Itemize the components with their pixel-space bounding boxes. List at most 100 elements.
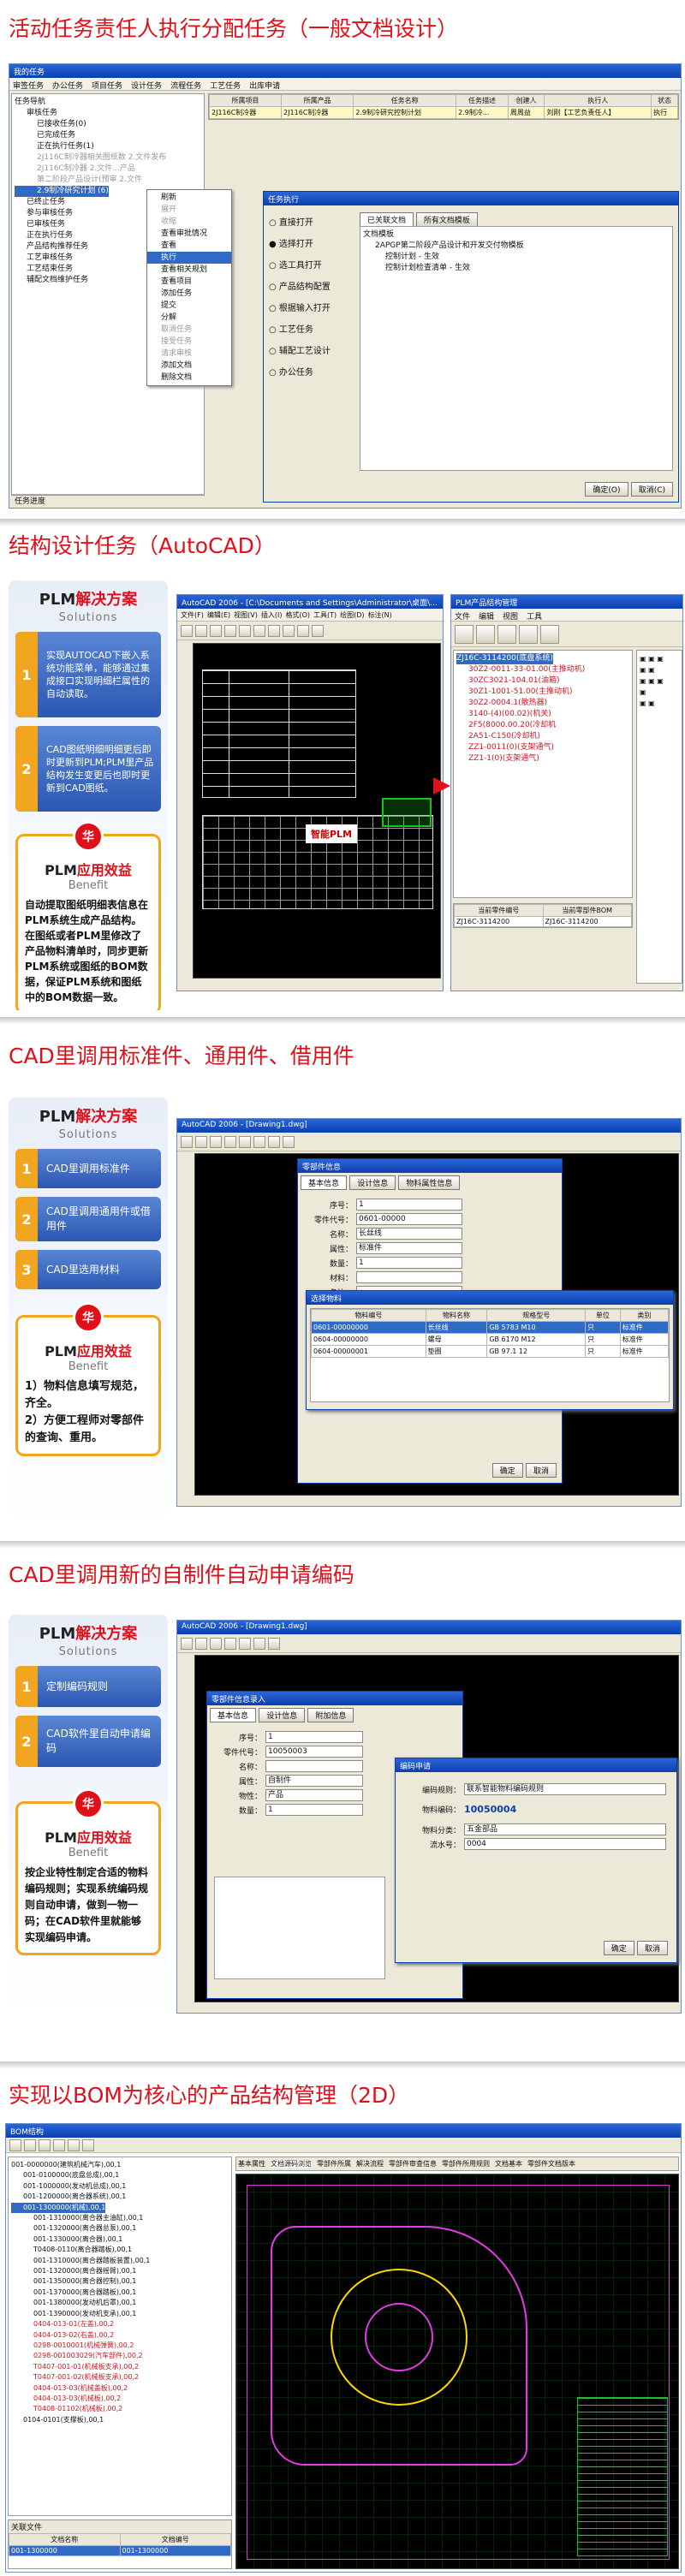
tree-item[interactable]: T0407-001-01(机械板支承),00,2 [11,2362,229,2372]
col-header[interactable]: 所属产品 [281,94,354,107]
option-radio[interactable]: ○ 工艺任务 [269,319,354,341]
tree-item[interactable]: 001-1000000(发动机总成),00,1 [11,2181,229,2192]
tree-item[interactable]: 控制计划检查清单 - 生效 [363,263,670,274]
col-header[interactable]: 创建人 [507,94,545,107]
category-select[interactable]: 五金部品 [464,1823,666,1835]
menu-item[interactable]: 工具 [527,613,542,621]
tree-item[interactable]: 审核任务 [15,108,201,119]
col-header[interactable]: 物料名称 [425,1309,488,1322]
tool-icon[interactable] [239,1135,251,1148]
field-select[interactable]: 标准件 [356,1242,462,1254]
tree-item[interactable]: 0404-013-02(右盖),00,2 [11,2330,229,2341]
col-header[interactable]: 类别 [619,1309,670,1322]
tree-item[interactable]: 001-1310000(离合器踏板装置),00,1 [11,2256,229,2266]
menu-item[interactable]: 插入(I) [261,611,283,619]
col-header[interactable]: 物料编号 [311,1309,426,1322]
field-input[interactable]: 0601-00000 [356,1213,462,1225]
tool-icon[interactable] [210,1637,222,1650]
field-input[interactable]: 1 [265,1731,363,1743]
field-input[interactable]: 1 [265,1804,363,1816]
tool-icon[interactable] [224,624,236,637]
tool-icon[interactable] [312,624,324,637]
cancel-button[interactable]: 取消(C) [630,482,673,497]
tree-item[interactable]: ZZ1-0011(0)(支架通气) [456,742,629,753]
tool-icon[interactable] [253,1637,265,1650]
option-radio[interactable]: ○ 根据输入打开 [269,298,354,319]
tool-icon[interactable] [297,624,309,637]
field-input[interactable]: 1 [356,1199,462,1211]
tree-item[interactable]: T0408-0110(离合器踏板),00,1 [11,2245,229,2255]
menu-item[interactable]: 出库申请 [249,82,280,90]
tree-item[interactable]: 30Z1-1001-51.00(主推动机) [456,687,629,698]
tab-design[interactable]: 设计信息 [349,1175,396,1190]
col-header[interactable]: 当前零部件BOM [542,904,632,917]
code-rule-select[interactable]: 联系智能物料编码规则 [464,1783,666,1795]
tree-item[interactable]: 正在执行任务(1) [15,141,201,152]
tool-icon[interactable] [253,1135,265,1148]
field-select[interactable]: 产品 [265,1789,363,1801]
menu-item[interactable]: 文件(F) [181,611,204,619]
col-header[interactable]: 文档名称 [9,2533,121,2546]
tree-item[interactable]: ZJ16C-3114200(底盘系统) [456,653,553,664]
menu-item[interactable]: 文件 [455,613,470,621]
menu-item[interactable]: 绘图(D) [340,611,364,619]
tree-item[interactable]: 001-1370000(离合器踏板),00,1 [11,2287,229,2298]
tool-icon[interactable] [540,624,559,644]
menu-item[interactable]: 流程任务 [170,82,201,90]
tool-icon[interactable] [268,624,280,637]
cad-canvas[interactable]: 智能PLM [193,643,441,979]
option-radio[interactable]: ○ 办公任务 [269,362,354,384]
option-radio[interactable]: ○ 产品结构配置 [269,277,354,298]
tab[interactable]: 零部件所用规则 [442,2160,490,2168]
menu-item[interactable]: 设计任务 [131,82,162,90]
ok-button[interactable]: 确定 [603,1941,634,1955]
field-select[interactable]: 自制件 [265,1775,363,1787]
tree-item[interactable]: 0404-013-01(左盖),00,2 [11,2319,229,2329]
tool-icon[interactable] [268,1637,280,1650]
tree-item[interactable]: 001-1350000(离合器控制),00,1 [11,2276,229,2287]
field-input[interactable]: 长丝线 [356,1228,462,1240]
context-menu-item[interactable]: 取消任务 [147,324,231,336]
tree-item[interactable]: 第二阶段产品设计(预审 2.文件 [15,175,201,186]
tree-item-selected[interactable]: 2.9制冷研究计划 (6) [15,186,109,197]
context-menu-item[interactable]: 请求审核 [147,348,231,360]
tree-item[interactable]: ZZ1-1(0)(支架通气) [456,753,629,764]
context-menu-item[interactable]: 查看项目 [147,276,231,288]
tool-icon[interactable] [239,624,251,637]
tree-item[interactable]: T0408-01102(机械板),00,2 [11,2404,229,2414]
tool-icon[interactable] [210,624,222,637]
tree-item[interactable]: 001-1330000(离合器),00,1 [11,2234,229,2245]
tree-item[interactable]: 30Z2-0011-33-01.00(主推动机) [456,664,629,675]
context-menu-item[interactable]: 查看 [147,240,231,252]
tab[interactable]: 零部件所属 [317,2160,351,2168]
tree-item[interactable]: 控制计划 - 生效 [363,252,670,263]
context-menu-item[interactable]: 收缩 [147,216,231,228]
serial-input[interactable]: 0004 [464,1838,666,1850]
tree-item[interactable]: 001-1320000(离合器总泵),00,1 [11,2223,229,2234]
menu-item[interactable]: 视图 [503,613,518,621]
tree-item[interactable]: 001-1310000(离合器主油缸),00,1 [11,2213,229,2223]
tool-icon[interactable] [195,1637,207,1650]
tool-icon[interactable] [9,2139,21,2151]
tab[interactable]: 零部件文档版本 [527,2160,575,2168]
tab-material[interactable]: 物料属性信息 [398,1175,461,1190]
tree-item[interactable]: 001-1300000(机械),00,1 [11,2202,106,2214]
option-radio[interactable]: ○ 辅配工艺设计 [269,341,354,362]
drawing-preview[interactable] [235,2174,679,2569]
context-menu-item[interactable]: 刷新 [147,192,231,204]
col-header[interactable]: 所属项目 [208,94,283,107]
table-row[interactable]: 0604-00000000 螺母 GB 6170 M12 只标准件 [311,1333,670,1346]
tree-item[interactable]: 文档模板 [363,229,670,241]
tool-icon[interactable] [283,1135,295,1148]
field-input[interactable] [265,1760,363,1772]
tab-templates[interactable]: 所有文档模板 [415,212,478,227]
context-menu-item[interactable]: 分解 [147,312,231,324]
cancel-button[interactable]: 取消 [636,1941,668,1955]
context-menu-item[interactable]: 查看审批情况 [147,228,231,240]
tab-extra[interactable]: 附加信息 [307,1708,354,1722]
col-header[interactable]: 规格型号 [486,1309,587,1322]
tab-design[interactable]: 设计信息 [259,1708,306,1722]
tool-icon[interactable] [268,1135,280,1148]
tree-item[interactable]: 001-1380000(发动机后罩),00,1 [11,2298,229,2308]
tool-icon[interactable] [68,2139,80,2151]
